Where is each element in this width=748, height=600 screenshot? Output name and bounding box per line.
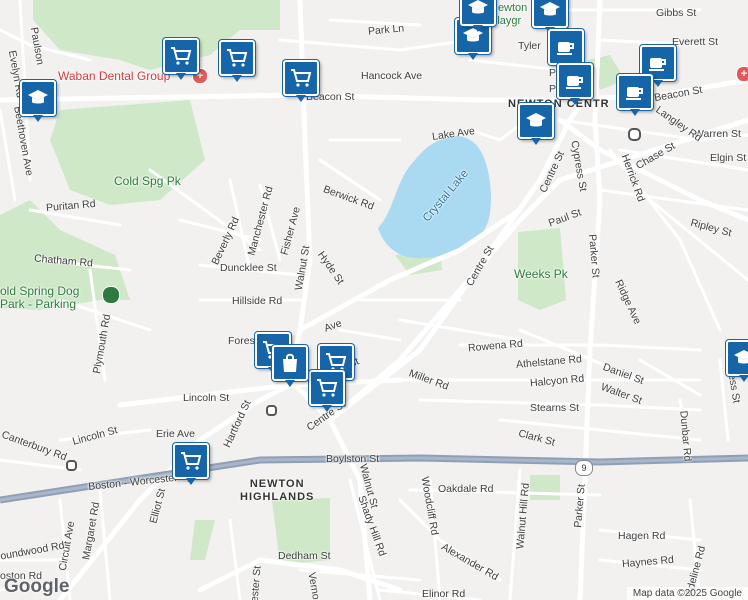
shopping-cart-icon bbox=[181, 452, 202, 470]
medical-icon[interactable]: + bbox=[736, 66, 748, 82]
shopping-cart-marker[interactable] bbox=[219, 40, 255, 82]
place-label-weeks-pk[interactable]: Weeks Pk bbox=[514, 267, 568, 281]
street-label-dedham-st: Dedham St bbox=[278, 550, 331, 562]
street-label-hagen-rd: Hagen Rd bbox=[618, 530, 666, 542]
school-icon bbox=[526, 113, 546, 127]
school-icon bbox=[540, 2, 560, 16]
street-label-elgin-st: Elgin St bbox=[710, 152, 747, 164]
street-label-tyler: Tyler bbox=[518, 40, 541, 52]
street-label-forest-ave: Fores bbox=[228, 335, 255, 347]
cafe-icon bbox=[557, 42, 574, 55]
place-label-waban-dental[interactable]: Waban Dental Group bbox=[58, 69, 170, 83]
street-label-elinor-rd: Elinor Rd bbox=[422, 588, 466, 600]
park-icon[interactable] bbox=[102, 286, 120, 304]
school-marker[interactable] bbox=[20, 80, 56, 122]
area-label-newton-highlands: NEWTON HIGHLANDS bbox=[240, 478, 315, 503]
street-label-boylston-st: Boylston St bbox=[326, 453, 380, 465]
street-label-lincoln-st-upper: Lincoln St bbox=[183, 392, 230, 404]
google-logo[interactable]: Google bbox=[4, 576, 69, 598]
shopping-cart-icon bbox=[317, 379, 338, 397]
street-label-hancock-ave: Hancock Ave bbox=[361, 70, 423, 82]
cafe-marker[interactable] bbox=[548, 29, 584, 71]
shopping-cart-marker[interactable] bbox=[283, 60, 319, 102]
cafe-marker[interactable] bbox=[557, 63, 593, 105]
school-icon bbox=[734, 350, 748, 364]
cafe-icon bbox=[649, 58, 666, 71]
shopping-cart-marker[interactable] bbox=[173, 443, 209, 485]
street-label-stearns-st: Stearns St bbox=[530, 402, 580, 414]
transit-icon[interactable] bbox=[266, 405, 277, 416]
place-label-cold-spg-pk[interactable]: Cold Spg Pk bbox=[114, 174, 181, 188]
cafe-marker[interactable] bbox=[617, 74, 653, 116]
school-marker[interactable] bbox=[518, 103, 554, 145]
street-label-everett-st: Everett St bbox=[672, 36, 719, 48]
school-marker[interactable] bbox=[532, 0, 568, 34]
map-canvas[interactable]: Park Ln Gibbs St Everett St Hancock Ave … bbox=[0, 0, 748, 600]
shopping-bag-icon bbox=[283, 353, 297, 372]
shopping-cart-icon bbox=[291, 69, 312, 87]
transit-icon[interactable] bbox=[66, 460, 77, 471]
shopping-cart-icon bbox=[227, 49, 248, 67]
shopping-bag-marker[interactable] bbox=[272, 345, 308, 387]
street-label-oakdale-rd: Oakdale Rd bbox=[438, 483, 494, 495]
school-icon bbox=[28, 90, 48, 104]
street-label-erie-ave: Erie Ave bbox=[156, 428, 195, 440]
street-label-hillside-rd: Hillside Rd bbox=[232, 295, 283, 307]
place-label-dog-park[interactable]: old Spring Dog Park - Parking bbox=[0, 285, 79, 311]
shopping-cart-icon bbox=[171, 47, 192, 65]
shopping-cart-marker[interactable] bbox=[163, 38, 199, 80]
shopping-cart-marker[interactable] bbox=[309, 370, 345, 412]
school-marker[interactable] bbox=[726, 340, 748, 382]
cafe-icon bbox=[566, 76, 583, 89]
map-attribution[interactable]: Map data ©2025 Google bbox=[626, 587, 748, 600]
school-marker[interactable] bbox=[460, 0, 496, 32]
street-label-gibbs-st: Gibbs St bbox=[656, 7, 697, 19]
route-shield-9: 9 bbox=[575, 460, 593, 476]
street-label-duncklee-st: Duncklee St bbox=[220, 262, 277, 274]
school-icon bbox=[468, 0, 488, 14]
cafe-icon bbox=[626, 87, 643, 100]
transit-icon[interactable] bbox=[628, 128, 641, 141]
